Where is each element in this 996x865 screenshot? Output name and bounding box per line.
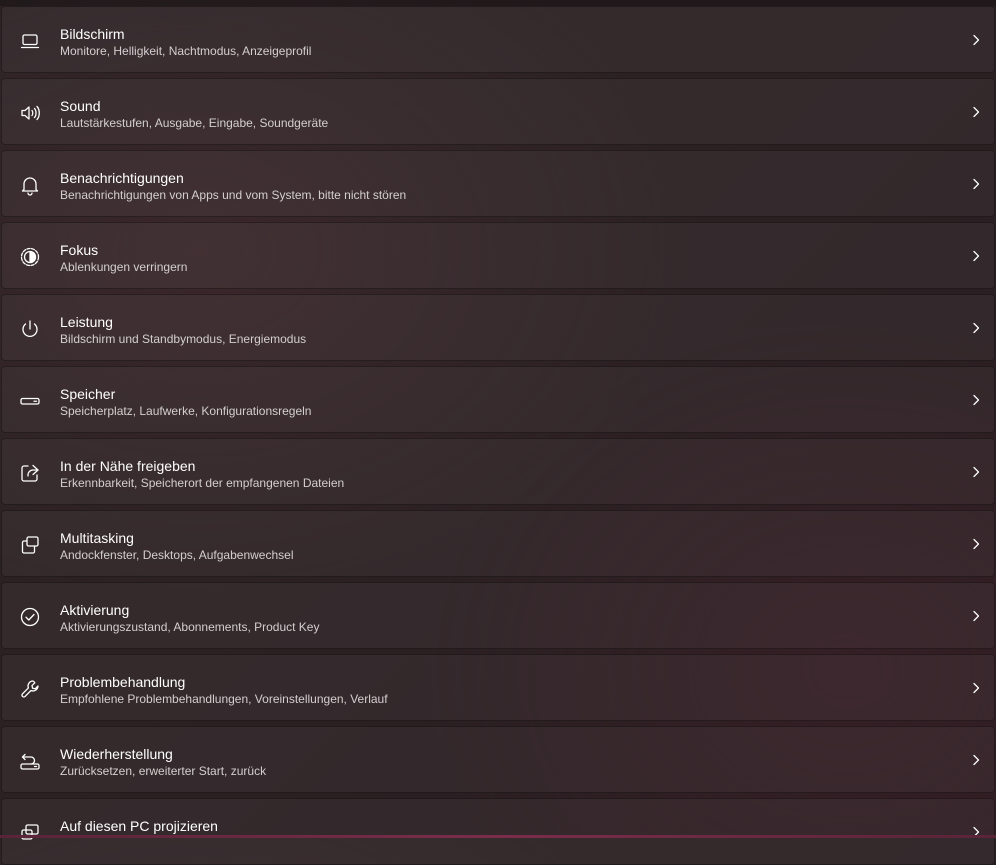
settings-item-title: Sound: [60, 98, 101, 114]
settings-item-subtitle: Erkennbarkeit, Speicherort der empfangen…: [60, 476, 345, 490]
settings-item-title: Multitasking: [60, 530, 134, 546]
share-icon: [19, 462, 41, 484]
speaker-icon: [19, 102, 41, 124]
settings-item-leistung[interactable]: Leistung Bildschirm und Standbymodus, En…: [1, 294, 995, 361]
settings-item-subtitle: Lautstärkestufen, Ausgabe, Eingabe, Soun…: [60, 116, 329, 130]
focus-icon: [19, 246, 41, 268]
settings-item-fokus[interactable]: Fokus Ablenkungen verringern: [1, 222, 995, 289]
settings-item-bildschirm[interactable]: Bildschirm Monitore, Helligkeit, Nachtmo…: [1, 6, 995, 73]
settings-item-title: Aktivierung: [60, 602, 130, 618]
recovery-icon: [19, 750, 41, 772]
settings-item-title: Problembehandlung: [60, 674, 186, 690]
chevron-right-icon: [968, 680, 984, 696]
chevron-right-icon: [968, 320, 984, 336]
multitasking-icon: [19, 534, 41, 556]
settings-item-subtitle: Monitore, Helligkeit, Nachtmodus, Anzeig…: [60, 44, 312, 58]
settings-item-title: Speicher: [60, 386, 116, 402]
power-icon: [19, 318, 41, 340]
settings-item-sound[interactable]: Sound Lautstärkestufen, Ausgabe, Eingabe…: [1, 78, 995, 145]
settings-item-wiederherstellung[interactable]: Wiederherstellung Zurücksetzen, erweiter…: [1, 726, 995, 793]
settings-item-nearby-sharing[interactable]: In der Nähe freigeben Erkennbarkeit, Spe…: [1, 438, 995, 505]
settings-item-title: Auf diesen PC projizieren: [60, 818, 218, 834]
settings-item-subtitle: Speicherplatz, Laufwerke, Konfigurations…: [60, 404, 312, 418]
display-icon: [19, 30, 41, 52]
settings-item-subtitle: Andockfenster, Desktops, Aufgabenwechsel: [60, 548, 294, 562]
settings-item-title: Benachrichtigungen: [60, 170, 184, 186]
chevron-right-icon: [968, 104, 984, 120]
chevron-right-icon: [968, 608, 984, 624]
bell-icon: [19, 174, 41, 196]
wrench-icon: [19, 678, 41, 700]
settings-item-title: In der Nähe freigeben: [60, 458, 196, 474]
chevron-right-icon: [968, 464, 984, 480]
settings-item-benachrichtigungen[interactable]: Benachrichtigungen Benachrichtigungen vo…: [1, 150, 995, 217]
settings-item-title: Bildschirm: [60, 26, 125, 42]
settings-item-speicher[interactable]: Speicher Speicherplatz, Laufwerke, Konfi…: [1, 366, 995, 433]
settings-item-subtitle: Bildschirm und Standbymodus, Energiemodu…: [60, 332, 307, 346]
settings-item-title: Fokus: [60, 242, 99, 258]
project-icon: [19, 822, 41, 844]
settings-item-title: Wiederherstellung: [60, 746, 173, 762]
chevron-right-icon: [968, 176, 984, 192]
settings-item-aktivierung[interactable]: Aktivierung Aktivierungszustand, Abonnem…: [1, 582, 995, 649]
settings-item-subtitle: Aktivierungszustand, Abonnements, Produc…: [60, 620, 320, 634]
settings-item-subtitle: Empfohlene Problembehandlungen, Voreinst…: [60, 692, 388, 706]
settings-item-subtitle: Zurücksetzen, erweiterter Start, zurück: [60, 764, 267, 778]
settings-item-multitasking[interactable]: Multitasking Andockfenster, Desktops, Au…: [1, 510, 995, 577]
chevron-right-icon: [968, 32, 984, 48]
settings-item-subtitle: Benachrichtigungen von Apps und vom Syst…: [60, 188, 407, 202]
chevron-right-icon: [968, 536, 984, 552]
settings-item-project-to-pc[interactable]: Auf diesen PC projizieren: [1, 798, 995, 865]
settings-item-title: Leistung: [60, 314, 113, 330]
storage-icon: [19, 390, 41, 412]
chevron-right-icon: [968, 392, 984, 408]
chevron-right-icon: [968, 752, 984, 768]
settings-item-problembehandlung[interactable]: Problembehandlung Empfohlene Problembeha…: [1, 654, 995, 721]
settings-item-subtitle: Ablenkungen verringern: [60, 260, 188, 274]
checkmark-circle-icon: [19, 606, 41, 628]
chevron-right-icon: [968, 248, 984, 264]
